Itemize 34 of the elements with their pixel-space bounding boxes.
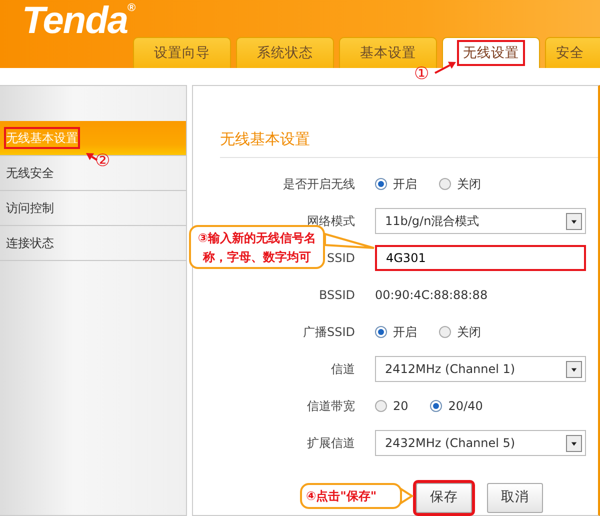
field-label: SSID <box>326 251 355 265</box>
section-title: 无线基本设置 <box>220 128 598 158</box>
step-marker: ② <box>95 153 110 170</box>
dropdown[interactable]: 2412MHz (Channel 1) <box>375 356 586 382</box>
cancel-button[interactable]: 取消 <box>487 482 543 512</box>
dropdown[interactable]: 2432MHz (Channel 5) <box>375 430 586 456</box>
radio-option[interactable]: 20 <box>375 397 408 415</box>
radio-option[interactable]: 关闭 <box>439 323 481 341</box>
ssid-input[interactable]: 4G301 <box>375 245 586 271</box>
annotation-arrow <box>434 62 456 74</box>
radio-option[interactable]: 开启 <box>375 323 417 341</box>
nav-tab[interactable]: 基本设置 <box>339 37 437 68</box>
sidebar-item[interactable]: 连接状态 <box>0 226 186 261</box>
annotation-arrow <box>86 153 98 161</box>
sidebar-item[interactable]: 访问控制 <box>0 191 186 226</box>
callout-note: ③输入新的无线信号名 称，字母、数字均可 <box>189 225 325 269</box>
radio-option[interactable]: 20/40 <box>430 397 483 415</box>
field-label: 是否开启无线 <box>283 177 355 191</box>
field-label: 信道带宽 <box>307 399 355 413</box>
radio-option[interactable]: 关闭 <box>439 175 481 193</box>
field-label: 扩展信道 <box>307 436 355 450</box>
nav-tab[interactable]: 安全 <box>545 37 600 68</box>
nav-tab[interactable]: 无线设置 <box>442 37 540 68</box>
logo: Tenda$^{®}$ <box>22 0 135 43</box>
field-label: BSSID <box>318 288 355 302</box>
dropdown[interactable]: 11b/g/n混合模式 <box>375 208 586 234</box>
field-label: 信道 <box>331 362 355 376</box>
step-marker: ① <box>414 66 430 83</box>
field-value: 00:90:4C:88:88:88 <box>375 287 488 304</box>
callout-pointer <box>324 232 375 249</box>
nav-tab[interactable]: 设置向导 <box>133 37 231 68</box>
radio-option[interactable]: 开启 <box>375 175 417 193</box>
nav-tab[interactable]: 系统状态 <box>236 37 334 68</box>
field-label: 广播SSID <box>302 325 355 339</box>
